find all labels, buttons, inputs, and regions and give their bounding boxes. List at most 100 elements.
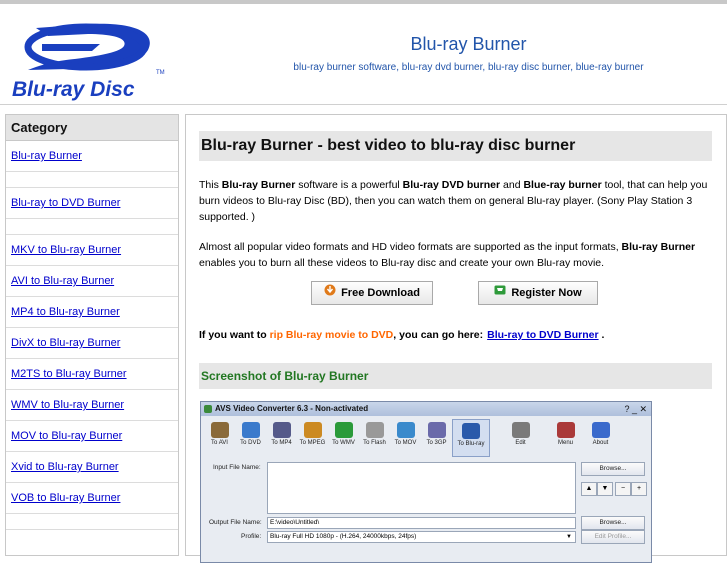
sidebar-item: MKV to Blu-ray Burner	[6, 235, 178, 266]
window-controls: ? _ ✕	[624, 404, 647, 414]
add-file-button[interactable]: +	[631, 482, 647, 496]
toolbar-button[interactable]: To 3GP	[421, 419, 452, 455]
sidebar-item: AVI to Blu-ray Burner	[6, 266, 178, 297]
sidebar-item: M2TS to Blu-ray Burner	[6, 359, 178, 390]
sidebar-item: Xvid to Blu-ray Burner	[6, 452, 178, 483]
sidebar-link[interactable]: VOB to Blu-ray Burner	[11, 492, 120, 504]
toolbar-label: Menu	[557, 440, 573, 446]
input-browse-button[interactable]: Browse...	[581, 462, 645, 476]
sidebar-link[interactable]: DivX to Blu-ray Burner	[11, 337, 120, 349]
sidebar-link[interactable]: MOV to Blu-ray Burner	[11, 430, 122, 442]
category-list: Blu-ray Burner Blu-ray to DVD Burner MKV t…	[6, 141, 178, 530]
profile-value: Blu-ray Full HD 1080p - (H.264, 24000kbp…	[270, 533, 417, 540]
toolbar-icon	[427, 422, 446, 438]
rip-dvd-line: If you want to rip Blu-ray movie to DVD,…	[199, 329, 719, 341]
toolbar-icon	[303, 422, 322, 438]
toolbar-label: About	[592, 440, 609, 446]
site-title: Blu-ray Burner	[410, 34, 527, 54]
output-file-label: Output File Name:	[209, 519, 262, 526]
toolbar-button[interactable]: About	[585, 419, 616, 455]
sidebar-item: WMV to Blu-ray Burner	[6, 390, 178, 421]
formats-text: Almost all popular video formats and HD …	[199, 241, 622, 253]
toolbar-label: To MP4	[271, 440, 292, 446]
sidebar-link[interactable]: AVI to Blu-ray Burner	[11, 275, 114, 287]
sidebar-spacer	[6, 172, 178, 188]
toolbar-label: Edit	[515, 440, 526, 446]
toolbar-icon	[396, 422, 415, 438]
toolbar-label: To 3GP	[426, 440, 447, 446]
app-titlebar: AVS Video Converter 6.3 - Non-activated …	[201, 402, 651, 416]
toolbar-icon	[556, 422, 575, 438]
toolbar-button[interactable]: To Blu-ray	[452, 419, 490, 457]
free-download-label: Free Download	[341, 287, 420, 299]
sidebar-item: DivX to Blu-ray Burner	[6, 328, 178, 359]
edit-profile-button[interactable]: Edit Profile...	[581, 530, 645, 544]
toolbar-icon	[241, 422, 260, 438]
app-screenshot[interactable]: AVS Video Converter 6.3 - Non-activated …	[200, 401, 652, 563]
toolbar-button[interactable]: To MP4	[266, 419, 297, 455]
move-down-button[interactable]: ▼	[597, 482, 613, 496]
toolbar-icon	[511, 422, 530, 438]
formats-bold-blu-ray-burner: Blu-ray Burner	[621, 241, 696, 253]
intro-text: software is a powerful	[295, 179, 403, 191]
intro-text: This	[199, 179, 222, 191]
logo-text: Blu-ray Disc	[12, 78, 135, 101]
toolbar-label: To MPEG	[299, 440, 326, 446]
rip-text-end: .	[598, 329, 605, 341]
toolbar-button[interactable]: To MOV	[390, 419, 421, 455]
output-browse-button[interactable]: Browse...	[581, 516, 645, 530]
app-logo-icon	[204, 405, 212, 413]
toolbar-button[interactable]: To MPEG	[297, 419, 328, 455]
sidebar-link[interactable]: WMV to Blu-ray Burner	[11, 399, 124, 411]
toolbar-label: To Blu-ray	[457, 441, 485, 447]
sidebar-link[interactable]: Blu-ray Burner	[11, 150, 82, 162]
intro-text: and	[500, 179, 524, 191]
sidebar-link[interactable]: MKV to Blu-ray Burner	[11, 244, 121, 256]
toolbar-button[interactable]: To WMV	[328, 419, 359, 455]
intro-bold-blu-ray-burner: Blu-ray Burner	[221, 179, 296, 191]
move-up-button[interactable]: ▲	[581, 482, 597, 496]
sidebar-item: MP4 to Blu-ray Burner	[6, 297, 178, 328]
blu-ray-logo-graphic: TM Blu-ray Disc	[12, 23, 165, 101]
register-now-label: Register Now	[511, 287, 582, 299]
toolbar-button[interactable]: Edit	[505, 419, 536, 455]
svg-text:TM: TM	[156, 70, 165, 76]
intro-bold-blue-ray-burner: Blue-ray burner	[523, 179, 602, 191]
toolbar-icon	[210, 422, 229, 438]
toolbar-button[interactable]: Menu	[550, 419, 581, 455]
toolbar-icon	[591, 422, 610, 438]
sidebar-item: Blu-ray to DVD Burner	[6, 188, 178, 219]
toolbar-icon	[365, 422, 384, 438]
sidebar-item: VOB to Blu-ray Burner	[6, 483, 178, 514]
main-content: Blu-ray Burner - best video to blu-ray d…	[185, 114, 727, 563]
app-title: AVS Video Converter 6.3 - Non-activated	[215, 404, 369, 413]
sidebar-spacer	[6, 514, 178, 530]
toolbar-label: To WMV	[332, 440, 355, 446]
blu-ray-disc-logo[interactable]: TM Blu-ray Disc	[8, 20, 173, 102]
free-download-button[interactable]: Free Download	[311, 281, 433, 305]
site-tagline: blu-ray burner software, blu-ray dvd bur…	[293, 62, 644, 73]
remove-file-button[interactable]: −	[615, 482, 631, 496]
register-now-button[interactable]: Register Now	[478, 281, 598, 305]
header-divider	[0, 104, 727, 105]
toolbar-button[interactable]: To Flash	[359, 419, 390, 455]
sidebar-link[interactable]: Xvid to Blu-ray Burner	[11, 461, 119, 473]
formats-paragraph: Almost all popular video formats and HD …	[199, 239, 714, 271]
sidebar-item: MOV to Blu-ray Burner	[6, 421, 178, 452]
rip-text: , you can go here:	[393, 329, 484, 341]
formats-text: enables you to burn all these videos to …	[199, 257, 605, 269]
toolbar-icon	[462, 423, 480, 439]
output-file-field[interactable]: E:\video\Untitled\	[267, 517, 576, 529]
sidebar-link[interactable]: Blu-ray to DVD Burner	[11, 197, 120, 209]
rip-highlight: rip Blu-ray movie to DVD	[269, 329, 394, 341]
blu-ray-to-dvd-link[interactable]: Blu-ray to DVD Burner	[487, 329, 598, 341]
intro-bold-dvd-burner: Blu-ray DVD burner	[402, 179, 501, 191]
sidebar-spacer	[6, 219, 178, 235]
sidebar-link[interactable]: MP4 to Blu-ray Burner	[11, 306, 120, 318]
sidebar-link[interactable]: M2TS to Blu-ray Burner	[11, 368, 127, 380]
input-file-list[interactable]	[267, 462, 576, 514]
toolbar-button[interactable]: To DVD	[235, 419, 266, 455]
toolbar-button[interactable]: To AVI	[204, 419, 235, 455]
site-header: TM Blu-ray Disc Blu-ray Burner blu-ray b…	[0, 4, 727, 104]
profile-select[interactable]: Blu-ray Full HD 1080p - (H.264, 24000kbp…	[267, 531, 576, 543]
